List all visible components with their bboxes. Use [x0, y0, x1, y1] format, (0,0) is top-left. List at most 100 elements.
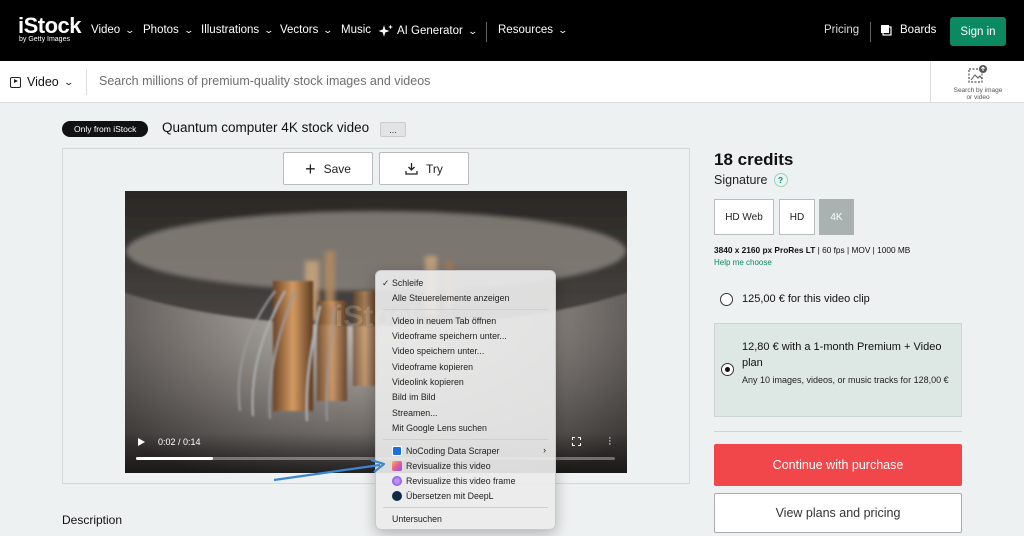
resolution-4k[interactable]: 4K — [819, 199, 854, 235]
chevron-down-icon: ⌄ — [322, 24, 334, 35]
video-progress-fill — [136, 457, 213, 460]
download-icon — [405, 163, 418, 175]
nav-ai-generator-label: AI Generator — [397, 25, 463, 37]
help-me-choose-link[interactable]: Help me choose — [714, 258, 772, 267]
menu-item-label: Alle Steuerelemente anzeigen — [392, 293, 510, 303]
menu-item[interactable]: Video in neuem Tab öffnen — [392, 316, 496, 326]
sign-in-button[interactable]: Sign in — [950, 17, 1006, 46]
search-by-image-button[interactable]: Search by image or video — [940, 65, 1016, 101]
menu-item[interactable]: Mit Google Lens suchen — [392, 423, 487, 433]
more-vertical-icon[interactable]: · · · — [608, 433, 612, 450]
menu-item-show-controls[interactable]: Alle Steuerelemente anzeigen — [392, 293, 509, 303]
nav-divider — [870, 22, 871, 42]
image-search-label: Search by image — [953, 87, 1003, 94]
save-label: Save — [323, 161, 351, 176]
search-divider — [930, 61, 931, 103]
nav-boards-label: Boards — [900, 24, 937, 36]
radio-premium-plan[interactable] — [721, 363, 734, 376]
chevron-down-icon: ⌄ — [183, 24, 194, 35]
nav-illustrations[interactable]: Illustrations ⌄ — [201, 24, 275, 36]
logo-wordmark: iStock — [18, 13, 82, 38]
nocoding-scraper-icon — [392, 446, 402, 456]
menu-item[interactable]: Streamen... — [392, 408, 437, 418]
save-button[interactable]: + Save — [283, 152, 373, 185]
menu-item[interactable]: Bild im Bild — [392, 392, 436, 402]
fullscreen-icon[interactable] — [572, 437, 581, 446]
nav-video[interactable]: Video ⌄ — [91, 24, 135, 36]
nav-resources[interactable]: Resources ⌄ — [498, 24, 568, 36]
menu-item-label: Videolink kopieren — [392, 377, 464, 387]
option-single-clip-label: 125,00 € for this video clip — [742, 293, 870, 305]
nav-photos-label: Photos — [143, 24, 179, 36]
menu-item-inspect[interactable]: Untersuchen — [392, 514, 442, 524]
menu-item-label: NoCoding Data Scraper — [406, 446, 500, 456]
resolution-hd[interactable]: HD — [779, 199, 815, 235]
checkmark-icon: ✓ — [382, 277, 390, 288]
nav-pricing[interactable]: Pricing — [824, 24, 859, 36]
search-bar: Video ⌄ Search by image or video — [0, 61, 1024, 103]
radio-single-clip[interactable] — [720, 293, 733, 306]
play-icon[interactable] — [138, 438, 145, 446]
sparkle-icon — [378, 24, 393, 37]
chevron-right-icon: › — [543, 445, 546, 455]
nav-boards[interactable]: Boards — [880, 24, 936, 36]
description-heading: Description — [62, 513, 123, 527]
image-search-label: or video — [966, 94, 990, 101]
revisualize-frame-icon — [392, 476, 402, 486]
boards-icon — [881, 25, 892, 36]
istock-logo[interactable]: iStock by Getty Images — [18, 13, 82, 44]
nav-divider — [486, 22, 487, 42]
menu-item-revisualize-video[interactable]: Revisualize this video — [392, 461, 491, 471]
menu-item-label: Mit Google Lens suchen — [392, 423, 487, 433]
menu-item[interactable]: Videoframe speichern unter... — [392, 331, 507, 341]
search-divider — [86, 69, 87, 95]
menu-item-loop[interactable]: ✓ Schleife — [382, 278, 423, 289]
plan-option-title: 12,80 € with a 1-month Premium + Video p… — [742, 341, 942, 369]
deepl-icon — [392, 491, 402, 501]
plan-option-subtitle: Any 10 images, videos, or music tracks f… — [742, 375, 949, 385]
menu-item-nocoding-scraper[interactable]: NoCoding Data Scraper — [392, 446, 499, 456]
menu-item-label: Video in neuem Tab öffnen — [392, 316, 497, 326]
top-navigation: iStock by Getty Images Video ⌄ Photos ⌄ Il… — [0, 0, 1024, 61]
nav-pricing-label: Pricing — [824, 24, 860, 36]
chevron-down-icon: ⌄ — [63, 76, 74, 87]
license-label: Signature — [714, 173, 768, 187]
menu-item-label: Übersetzen mit DeepL — [406, 491, 494, 501]
menu-item[interactable]: Videoframe kopieren — [392, 362, 473, 372]
menu-item[interactable]: Video speichern unter... — [392, 346, 484, 356]
continue-purchase-button[interactable]: Continue with purchase — [714, 444, 962, 486]
menu-item-label: Videoframe kopieren — [392, 362, 474, 372]
menu-item-label: Revisualize this video — [406, 461, 491, 471]
menu-separator — [383, 309, 548, 310]
page-title: Quantum computer 4K stock video — [162, 120, 370, 135]
nav-ai-generator[interactable]: AI Generator ⌄ — [378, 24, 478, 38]
nav-music[interactable]: Music — [341, 24, 371, 36]
chevron-down-icon: ⌄ — [263, 24, 275, 35]
help-icon[interactable]: ? — [773, 173, 788, 187]
try-button[interactable]: Try — [379, 152, 469, 185]
nav-video-label: Video — [91, 24, 121, 36]
view-plans-button[interactable]: View plans and pricing — [714, 493, 962, 533]
menu-item-label: Streamen... — [392, 408, 438, 418]
media-type-select[interactable]: Video ⌄ — [10, 75, 74, 89]
media-type-label: Video — [27, 75, 59, 89]
file-specs: 3840 x 2160 px ProRes LT | 60 fps | MOV … — [714, 245, 910, 255]
search-input[interactable] — [99, 74, 699, 88]
spec-resolution: 3840 x 2160 px ProRes LT — [714, 245, 816, 255]
nav-vectors-label: Vectors — [280, 24, 319, 36]
menu-separator — [383, 439, 548, 440]
menu-separator — [383, 507, 548, 508]
menu-item-label: Video speichern unter... — [392, 346, 485, 356]
spec-details: | 60 fps | MOV | 1000 MB — [817, 245, 911, 255]
menu-item-label: Videoframe speichern unter... — [392, 331, 507, 341]
nav-vectors[interactable]: Vectors ⌄ — [280, 24, 334, 36]
resolution-hd-web[interactable]: HD Web — [714, 199, 774, 235]
menu-item-deepl[interactable]: Übersetzen mit DeepL — [392, 491, 494, 501]
menu-item[interactable]: Videolink kopieren — [392, 377, 464, 387]
exclusive-badge: Only from iStock — [62, 121, 149, 137]
plus-icon: + — [305, 158, 316, 179]
nav-photos[interactable]: Photos ⌄ — [143, 24, 194, 36]
menu-item-revisualize-frame[interactable]: Revisualize this video frame — [392, 476, 516, 486]
video-icon — [10, 76, 21, 88]
more-button[interactable]: ... — [380, 122, 406, 137]
